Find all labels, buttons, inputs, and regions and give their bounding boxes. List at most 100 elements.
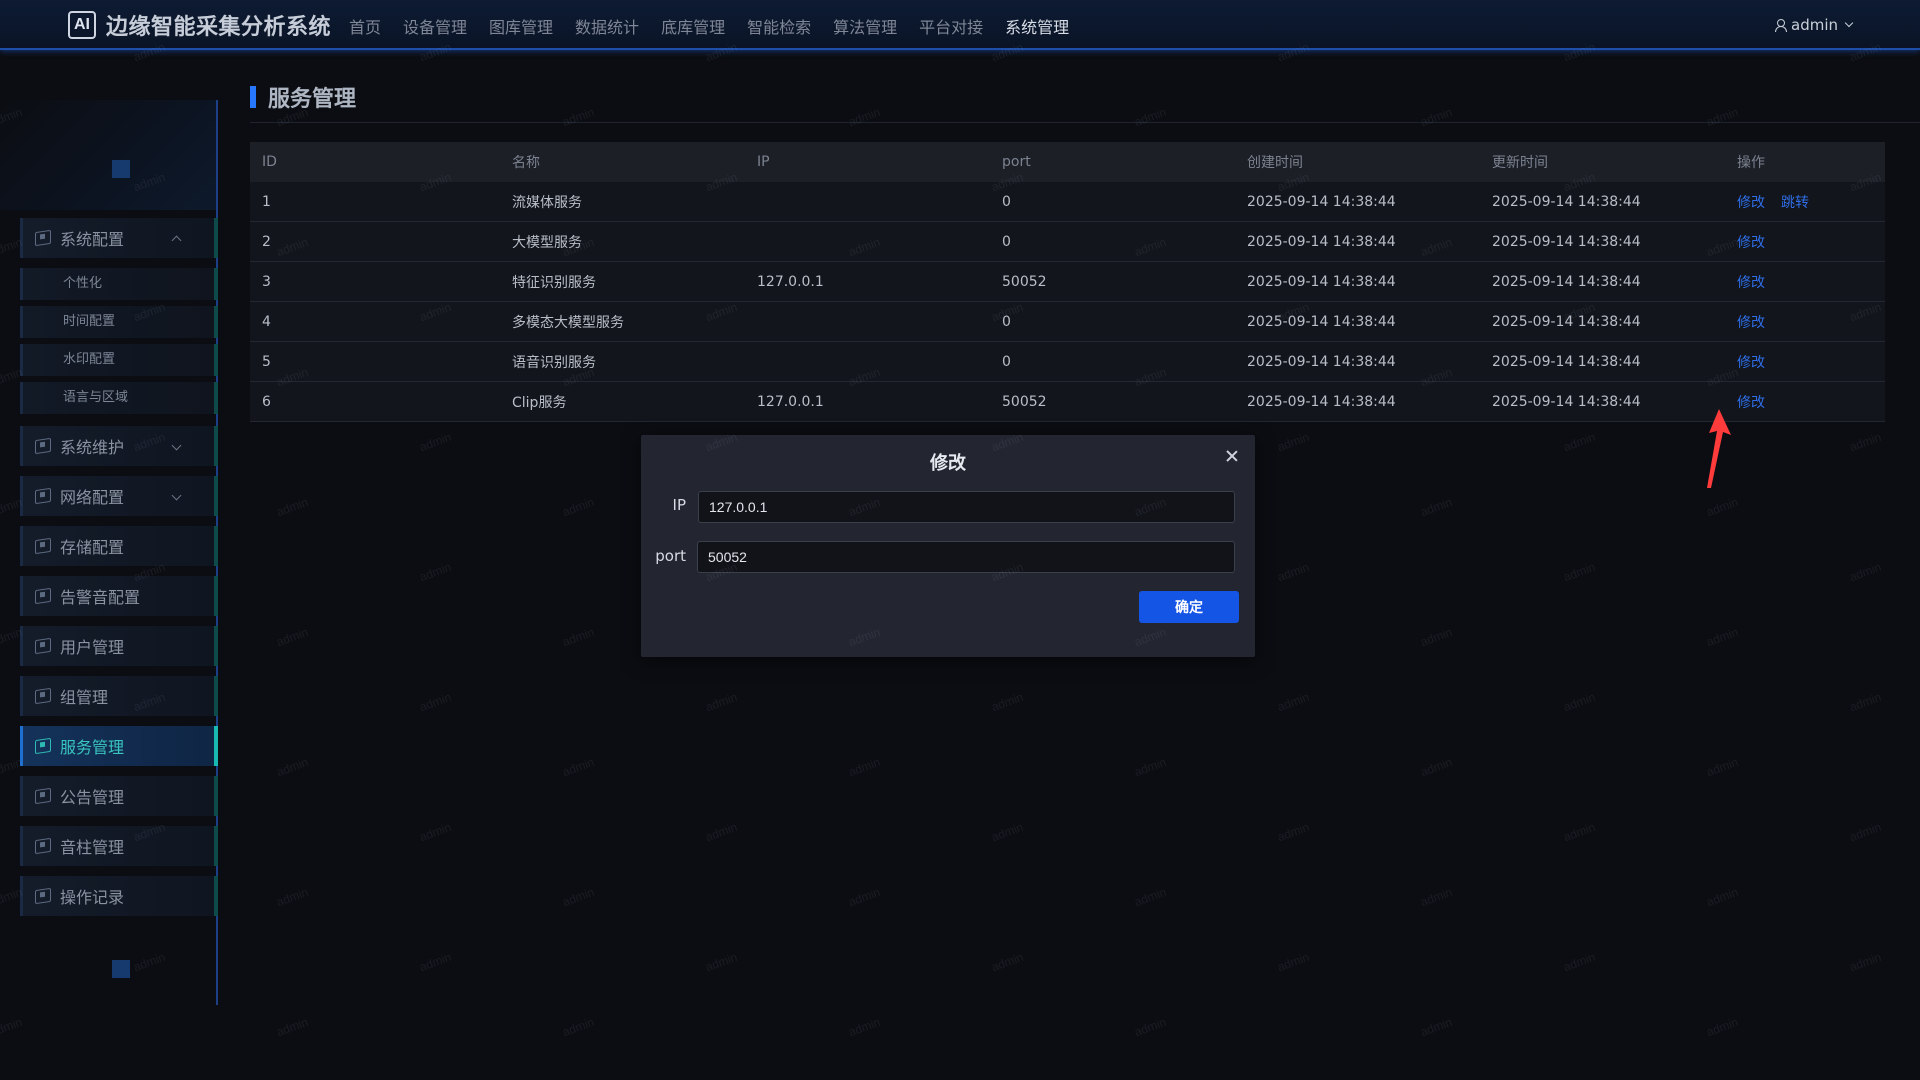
cube-icon	[35, 587, 51, 605]
sidebar-subitem[interactable]: 个性化	[20, 268, 218, 300]
sidebar-subitem[interactable]: 时间配置	[20, 306, 218, 338]
cell-actions: 修改 跳转	[1725, 192, 1885, 212]
cell-actions: 修改	[1725, 272, 1885, 292]
watermark-text: admin	[417, 559, 454, 585]
sidebar-subitem[interactable]: 水印配置	[20, 344, 218, 376]
edit-link[interactable]: 修改	[1737, 195, 1765, 211]
sidebar-item-6[interactable]: 组管理	[20, 676, 218, 716]
table-header: ID 名称 IP port 创建时间 更新时间 操作	[250, 142, 1885, 182]
user-icon	[1775, 19, 1787, 32]
edit-link[interactable]: 修改	[1737, 355, 1765, 371]
top-nav: 首页 设备管理 图库管理 数据统计 底库管理 智能检索 算法管理 平台对接 系统管理	[349, 14, 1091, 38]
cell-id: 5	[262, 353, 271, 370]
nav-item-7[interactable]: 平台对接	[919, 14, 983, 38]
watermark-text: admin	[1847, 949, 1884, 975]
cell-id: 6	[262, 393, 271, 410]
cell-id: 2	[262, 233, 271, 250]
cell-actions: 修改	[1725, 392, 1885, 412]
watermark-text: admin	[1132, 104, 1169, 130]
edit-link[interactable]: 修改	[1737, 235, 1765, 251]
sidebar-menu: 系统配置个性化时间配置水印配置语言与区域系统维护网络配置存储配置告警音配置用户管…	[20, 218, 218, 926]
watermark-text: admin	[1418, 1014, 1455, 1040]
annotation-arrow-icon	[1707, 409, 1731, 488]
table-row: 4 多模态大模型服务 0 2025-09-14 14:38:44 2025-09-14 …	[250, 302, 1885, 342]
watermark-text: admin	[989, 949, 1026, 975]
port-input[interactable]	[697, 541, 1235, 573]
watermark-text: admin	[417, 429, 454, 455]
column-header: ID	[262, 154, 277, 170]
sidebar-item-2[interactable]: 网络配置	[20, 476, 218, 516]
page-title: 服务管理	[268, 87, 357, 112]
cube-icon	[35, 637, 51, 655]
sidebar-item-3[interactable]: 存储配置	[20, 526, 218, 566]
cube-icon	[35, 437, 51, 455]
page-header: 服务管理	[250, 82, 356, 112]
cell-updated: 2025-09-14 14:38:44	[1492, 273, 1641, 290]
watermark-text: admin	[846, 884, 883, 910]
nav-item-4[interactable]: 底库管理	[661, 14, 725, 38]
sidebar-item-4[interactable]: 告警音配置	[20, 576, 218, 616]
table-body: 1 流媒体服务 0 2025-09-14 14:38:44 2025-09-14 14:…	[250, 182, 1885, 422]
edit-link[interactable]: 修改	[1737, 275, 1765, 291]
close-icon[interactable]	[1223, 447, 1241, 465]
watermark-text: admin	[1418, 104, 1455, 130]
nav-item-6[interactable]: 算法管理	[833, 14, 897, 38]
watermark-text: admin	[1561, 429, 1598, 455]
table-row: 5 语音识别服务 0 2025-09-14 14:38:44 2025-09-14 14…	[250, 342, 1885, 382]
nav-item-1[interactable]: 设备管理	[403, 14, 467, 38]
cell-port: 0	[1002, 233, 1011, 250]
jump-link[interactable]: 跳转	[1781, 195, 1809, 211]
nav-item-3[interactable]: 数据统计	[575, 14, 639, 38]
table-row: 6 Clip服务 127.0.0.1 50052 2025-09-14 14:38:44…	[250, 382, 1885, 422]
watermark-text: admin	[560, 754, 597, 780]
sidebar-item-7[interactable]: 服务管理	[20, 726, 218, 766]
sidebar-item-5[interactable]: 用户管理	[20, 626, 218, 666]
sidebar-item-8[interactable]: 公告管理	[20, 776, 218, 816]
sidebar-item-label: 组管理	[60, 688, 109, 707]
watermark-text: admin	[846, 1014, 883, 1040]
watermark-text: admin	[989, 689, 1026, 715]
watermark-text: admin	[0, 1014, 25, 1040]
sidebar-item-label: 公告管理	[60, 788, 125, 807]
sidebar-item-label: 音柱管理	[60, 838, 125, 857]
sidebar-item-label: 操作记录	[60, 888, 125, 907]
sidebar-item-label: 存储配置	[60, 538, 125, 557]
chevron-down-icon	[171, 440, 182, 451]
watermark-text: admin	[1275, 949, 1312, 975]
watermark-text: admin	[1561, 819, 1598, 845]
cell-actions: 修改	[1725, 352, 1885, 372]
user-menu[interactable]: admin	[1775, 16, 1854, 34]
watermark-text: admin	[1704, 494, 1741, 520]
watermark-text: admin	[560, 104, 597, 130]
confirm-button[interactable]: 确定	[1139, 591, 1239, 623]
cube-icon	[35, 787, 51, 805]
watermark-text: admin	[1275, 559, 1312, 585]
cell-updated: 2025-09-14 14:38:44	[1492, 193, 1641, 210]
nav-item-0[interactable]: 首页	[349, 14, 381, 38]
sidebar-item-10[interactable]: 操作记录	[20, 876, 218, 916]
nav-item-8[interactable]: 系统管理	[1005, 14, 1069, 38]
cell-name: 多模态大模型服务	[512, 314, 624, 331]
sidebar-item-0[interactable]: 系统配置	[20, 218, 218, 258]
sidebar-item-1[interactable]: 系统维护	[20, 426, 218, 466]
cell-created: 2025-09-14 14:38:44	[1247, 273, 1396, 290]
sidebar-subitem[interactable]: 语言与区域	[20, 382, 218, 414]
ip-input[interactable]	[698, 491, 1235, 523]
edit-link[interactable]: 修改	[1737, 315, 1765, 331]
nav-item-5[interactable]: 智能检索	[747, 14, 811, 38]
sidebar-item-9[interactable]: 音柱管理	[20, 826, 218, 866]
sidebar-item-label: 网络配置	[60, 488, 125, 507]
nav-item-2[interactable]: 图库管理	[489, 14, 553, 38]
watermark-text: admin	[1275, 689, 1312, 715]
watermark-text: admin	[1132, 1014, 1169, 1040]
watermark-text: admin	[1704, 884, 1741, 910]
watermark-text: admin	[1275, 819, 1312, 845]
watermark-text: admin	[274, 494, 311, 520]
watermark-text: admin	[1418, 494, 1455, 520]
cell-created: 2025-09-14 14:38:44	[1247, 353, 1396, 370]
sidebar-item-label: 系统配置	[60, 230, 125, 249]
chevron-down-icon	[1844, 18, 1854, 28]
sidebar-item-label: 用户管理	[60, 638, 125, 657]
cube-icon	[35, 537, 51, 555]
cell-name: 特征识别服务	[512, 274, 596, 291]
